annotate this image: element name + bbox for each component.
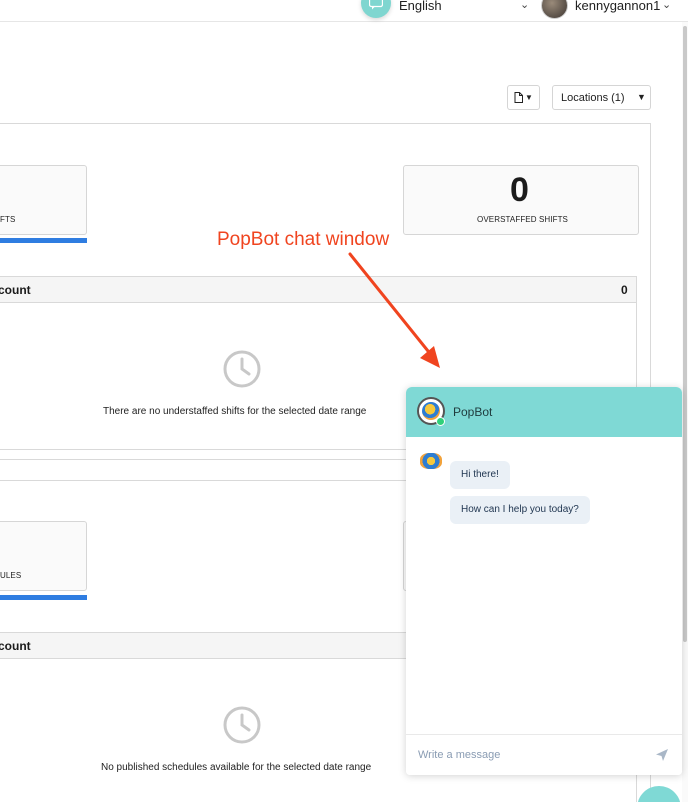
chat-input-area (406, 734, 682, 775)
section-title: count (0, 283, 31, 297)
stat-label: FTS (0, 215, 16, 224)
annotation-arrow-icon (348, 252, 440, 368)
message-input[interactable] (418, 747, 638, 763)
top-bar: English ⌄ kennygannon1 ⌄ (0, 0, 688, 22)
online-status-icon (436, 417, 445, 426)
overstaffed-stat-card: 0 OVERSTAFFED SHIFTS (403, 165, 639, 235)
clock-icon (223, 350, 261, 388)
chat-message: Hi there! (450, 461, 510, 489)
stat-label: ULES (0, 571, 22, 580)
chat-bubble-icon[interactable] (361, 0, 391, 18)
empty-message: No published schedules available for the… (101, 762, 372, 773)
file-icon (514, 92, 524, 103)
section-title: count (0, 639, 31, 653)
section-count: 0 (621, 283, 628, 297)
language-selector[interactable]: English (399, 0, 442, 13)
chevron-down-icon[interactable]: ⌄ (520, 0, 529, 11)
chat-header: PopBot (406, 387, 682, 437)
empty-message: There are no understaffed shifts for the… (103, 406, 367, 417)
chat-window[interactable]: PopBot Hi there! How can I help you toda… (406, 387, 682, 775)
section-header: count 0 (0, 276, 637, 303)
bot-message-avatar (420, 453, 442, 469)
scrollbar-thumb[interactable] (683, 26, 687, 642)
export-button[interactable]: ▼ (507, 85, 540, 110)
bot-name: PopBot (453, 405, 493, 419)
locations-dropdown[interactable]: Locations (1) ▼ (552, 85, 651, 110)
caret-down-icon: ▼ (525, 93, 533, 102)
avatar[interactable] (541, 0, 568, 19)
locations-label: Locations (1) (561, 92, 625, 104)
understaffed-stat-card: FTS (0, 165, 87, 235)
chat-message: How can I help you today? (450, 496, 590, 524)
stat-value: 0 (510, 171, 529, 209)
progress-bar (0, 238, 87, 243)
progress-bar (0, 595, 87, 600)
username[interactable]: kennygannon1 (575, 0, 660, 13)
clock-icon (223, 706, 261, 744)
stat-label: OVERSTAFFED SHIFTS (477, 215, 568, 224)
schedules-stat-card: ULES (0, 521, 87, 591)
caret-down-icon: ▼ (637, 92, 646, 102)
chevron-down-icon[interactable]: ⌄ (662, 0, 671, 11)
send-icon[interactable] (655, 748, 669, 762)
